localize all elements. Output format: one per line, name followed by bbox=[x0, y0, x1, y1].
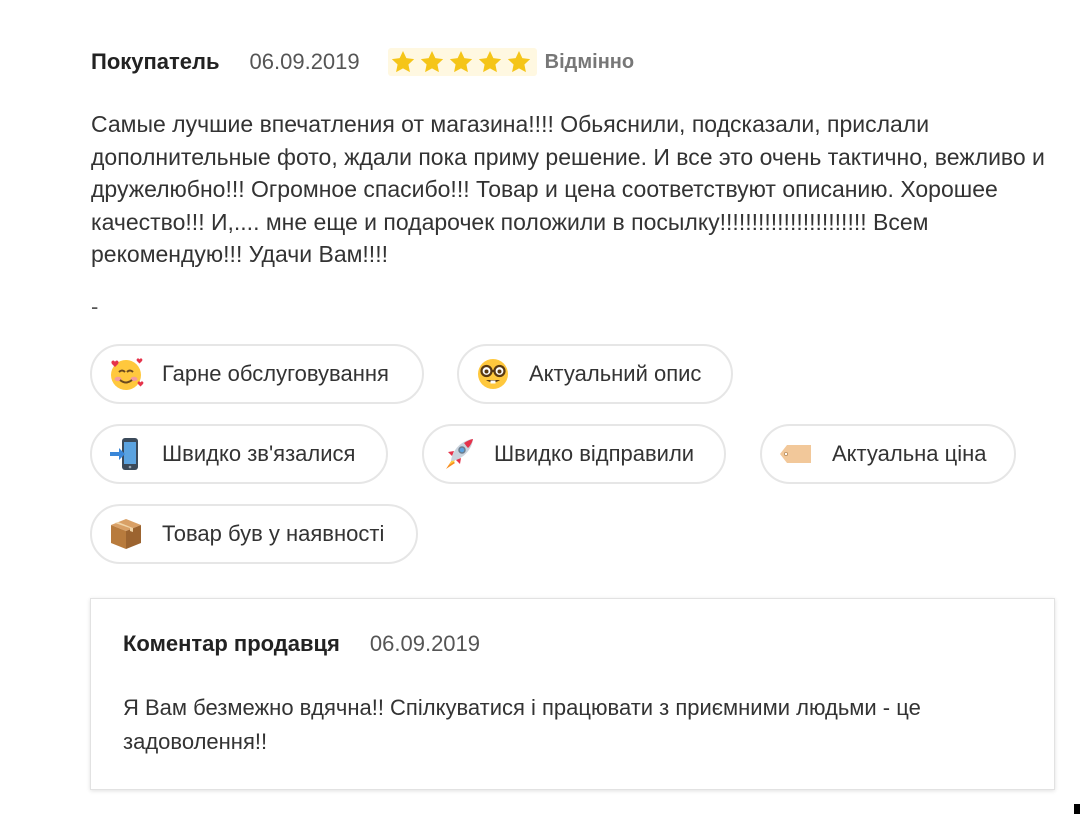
review-body: Самые лучшие впечатления от магазина!!!!… bbox=[91, 111, 1045, 267]
tag-actual-price[interactable]: Актуальна ціна bbox=[760, 424, 1016, 484]
tag-label: Швидко відправили bbox=[494, 441, 695, 466]
star-icon bbox=[448, 49, 474, 75]
mobile-phone-with-arrow-icon bbox=[108, 436, 144, 472]
seller-comment-title: Коментар продавця bbox=[123, 631, 340, 656]
seller-comment-text: Я Вам безмежно вдячна!! Спілкуватися і п… bbox=[123, 695, 921, 754]
star-icon bbox=[506, 49, 532, 75]
star-icon bbox=[390, 49, 416, 75]
tag-quick-shipping[interactable]: Швидко відправили bbox=[422, 424, 726, 484]
review-card: Покупатель 06.09.2019 Відмінно Самые луч… bbox=[0, 0, 1080, 814]
star-rating bbox=[387, 48, 537, 76]
rocket-icon bbox=[440, 436, 476, 472]
tag-good-service[interactable]: Гарне обслуговування bbox=[90, 344, 424, 404]
seller-comment-date: 06.09.2019 bbox=[369, 631, 481, 656]
tag-label: Актуальна ціна bbox=[832, 441, 987, 466]
tag-label: Товар був у наявності bbox=[162, 521, 385, 546]
tag-label: Швидко зв'язалися bbox=[162, 441, 356, 466]
review-author: Покупатель bbox=[91, 49, 220, 74]
star-icon bbox=[477, 49, 503, 75]
seller-comment: Коментар продавця 06.09.2019 Я Вам безме… bbox=[90, 598, 1055, 790]
review-separator: - bbox=[91, 294, 99, 319]
tag-label: Гарне обслуговування bbox=[162, 361, 389, 386]
seller-comment-header: Коментар продавця 06.09.2019 bbox=[123, 631, 480, 657]
review-header: Покупатель 06.09.2019 Відмінно bbox=[91, 46, 634, 78]
smiling-face-with-hearts-icon bbox=[108, 356, 144, 392]
tag-quick-contact[interactable]: Швидко зв'язалися bbox=[90, 424, 388, 484]
review-text: Самые лучшие впечатления от магазина!!!!… bbox=[91, 108, 1051, 271]
star-icon bbox=[419, 49, 445, 75]
rating-label: Відмінно bbox=[544, 50, 635, 73]
corner-mark bbox=[1074, 804, 1080, 814]
nerd-face-icon bbox=[475, 356, 511, 392]
review-date: 06.09.2019 bbox=[249, 49, 360, 74]
tag-actual-description[interactable]: Актуальний опис bbox=[457, 344, 733, 404]
package-icon bbox=[108, 516, 144, 552]
price-tag-icon bbox=[778, 436, 814, 472]
tag-in-stock[interactable]: Товар був у наявності bbox=[90, 504, 418, 564]
tag-label: Актуальний опис bbox=[529, 361, 702, 386]
